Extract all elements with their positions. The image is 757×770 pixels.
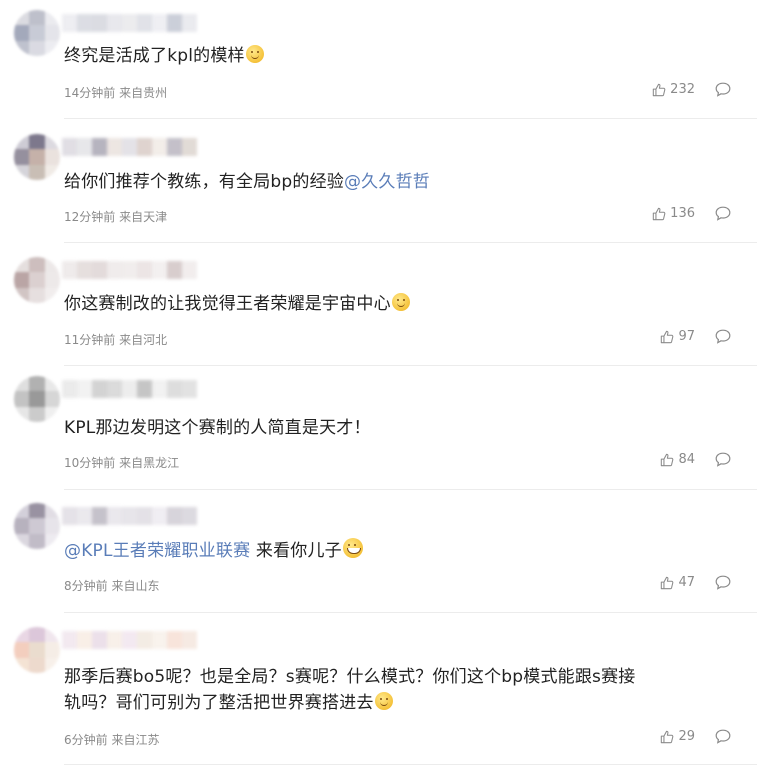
- avatar[interactable]: [14, 376, 60, 422]
- thumbs-up-icon: [652, 207, 666, 220]
- comment-actions: 97: [660, 329, 731, 344]
- comment-text-content: 终究是活成了kpl的模样: [64, 46, 245, 66]
- divider: [64, 612, 757, 613]
- avatar[interactable]: [14, 627, 60, 673]
- comment-time: 14分钟前: [64, 86, 116, 100]
- comment-text-content: KPL那边发明这个赛制的人简直是天才！: [64, 418, 371, 438]
- comment-location: 来自黑龙江: [119, 456, 180, 470]
- like-count: 232: [670, 82, 695, 97]
- comment-location: 来自贵州: [119, 86, 168, 100]
- avatar[interactable]: [14, 10, 60, 56]
- comment-text-content: 给你们推荐个教练，有全局bp的经验: [64, 172, 344, 192]
- comment-text-line-1: 那季后赛bo5呢？也是全局？s赛呢？什么模式？你们这个bp模式能跟s赛接: [64, 663, 636, 691]
- mention-link[interactable]: @KPL王者荣耀职业联赛: [64, 541, 250, 561]
- comment-time: 11分钟前: [64, 333, 116, 347]
- username-blurred[interactable]: [62, 14, 197, 32]
- comment-icon[interactable]: [715, 82, 731, 97]
- thumbs-up-icon: [661, 576, 674, 589]
- comment-icon[interactable]: [715, 206, 731, 221]
- comment-text: 终究是活成了kpl的模样: [64, 42, 264, 70]
- comment-text-line-2: 轨吗？哥们可别为了整活把世界赛搭进去: [64, 689, 393, 717]
- comment-location: 来自天津: [119, 210, 168, 224]
- username-blurred[interactable]: [62, 507, 197, 525]
- avatar[interactable]: [14, 134, 60, 180]
- username-blurred[interactable]: [62, 380, 197, 398]
- thumbs-up-icon: [661, 330, 674, 343]
- comment-text-content: 那季后赛bo5呢？也是全局？s赛呢？什么模式？你们这个bp模式能跟s赛接: [64, 667, 636, 687]
- comment-text-content: 轨吗？哥们可别为了整活把世界赛搭进去: [64, 693, 374, 713]
- like-count: 97: [678, 329, 695, 344]
- comment-meta: 8分钟前 来自山东: [64, 577, 159, 594]
- like-button[interactable]: 232: [652, 82, 695, 97]
- thumbs-up-icon: [661, 453, 674, 466]
- comment-text: KPL那边发明这个赛制的人简直是天才！: [64, 414, 371, 442]
- smile-emoji: [374, 692, 393, 710]
- comment-text: 你这赛制改的让我觉得王者荣耀是宇宙中心: [64, 290, 410, 318]
- username-blurred[interactable]: [62, 631, 197, 649]
- avatar[interactable]: [14, 503, 60, 549]
- comment-actions: 136: [652, 206, 731, 221]
- like-count: 136: [670, 206, 695, 221]
- comment-icon[interactable]: [715, 329, 731, 344]
- comment-actions: 47: [660, 575, 731, 590]
- comment-time: 8分钟前: [64, 579, 108, 593]
- comment-meta: 11分钟前 来自河北: [64, 331, 167, 348]
- divider: [64, 365, 757, 366]
- comment-time: 12分钟前: [64, 210, 116, 224]
- like-button[interactable]: 29: [660, 729, 695, 744]
- avatar[interactable]: [14, 257, 60, 303]
- divider: [64, 764, 757, 765]
- comment-icon[interactable]: [715, 729, 731, 744]
- like-count: 84: [678, 452, 695, 467]
- comment-time: 10分钟前: [64, 456, 116, 470]
- comment-meta: 6分钟前 来自江苏: [64, 731, 159, 748]
- like-count: 47: [678, 575, 695, 590]
- comment-text-content: 来看你儿子: [250, 541, 342, 561]
- mention-link[interactable]: @久久哲哲: [344, 172, 430, 192]
- comment-meta: 10分钟前 来自黑龙江: [64, 454, 179, 471]
- comment-actions: 232: [652, 82, 731, 97]
- comment-icon[interactable]: [715, 452, 731, 467]
- username-blurred[interactable]: [62, 138, 197, 156]
- divider: [64, 242, 757, 243]
- comment-location: 来自河北: [119, 333, 168, 347]
- thumbs-up-icon: [661, 730, 674, 743]
- comment-location: 来自山东: [111, 579, 160, 593]
- divider: [64, 118, 757, 119]
- thumbs-up-icon: [652, 83, 666, 96]
- comment-actions: 84: [660, 452, 731, 467]
- divider: [64, 489, 757, 490]
- comment-time: 6分钟前: [64, 733, 108, 747]
- comment-text-content: 你这赛制改的让我觉得王者荣耀是宇宙中心: [64, 294, 391, 314]
- grin-emoji: [342, 538, 363, 558]
- comment-text: 给你们推荐个教练，有全局bp的经验@久久哲哲: [64, 168, 430, 196]
- smile-emoji: [391, 293, 410, 311]
- like-button[interactable]: 136: [652, 206, 695, 221]
- comment-actions: 29: [660, 729, 731, 744]
- username-blurred[interactable]: [62, 261, 197, 279]
- like-button[interactable]: 84: [660, 452, 695, 467]
- like-button[interactable]: 97: [660, 329, 695, 344]
- like-count: 29: [678, 729, 695, 744]
- smile-emoji: [245, 45, 264, 63]
- comment-meta: 12分钟前 来自天津: [64, 208, 167, 225]
- comment-location: 来自江苏: [111, 733, 160, 747]
- comment-text: @KPL王者荣耀职业联赛 来看你儿子: [64, 537, 363, 565]
- like-button[interactable]: 47: [660, 575, 695, 590]
- comment-meta: 14分钟前 来自贵州: [64, 84, 167, 101]
- comment-icon[interactable]: [715, 575, 731, 590]
